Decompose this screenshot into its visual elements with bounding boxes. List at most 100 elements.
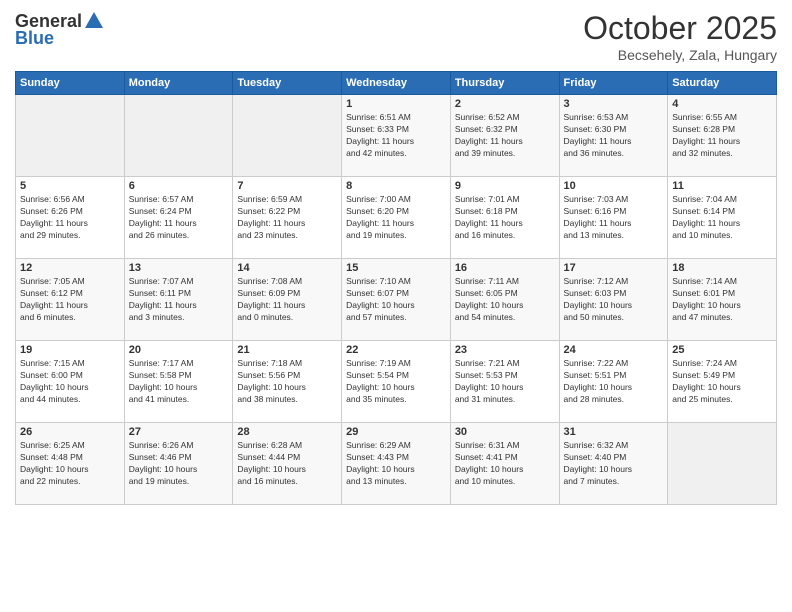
day-of-week-header: Monday <box>124 72 233 95</box>
day-info: Sunrise: 7:07 AM Sunset: 6:11 PM Dayligh… <box>129 276 229 324</box>
calendar-day-cell: 7 Sunrise: 6:59 AM Sunset: 6:22 PM Daylig… <box>233 177 342 259</box>
day-info: Sunrise: 6:52 AM Sunset: 6:32 PM Dayligh… <box>455 112 555 160</box>
day-number: 1 <box>346 98 446 110</box>
day-number: 14 <box>237 262 337 274</box>
day-info: Sunrise: 7:08 AM Sunset: 6:09 PM Dayligh… <box>237 276 337 324</box>
calendar-day-cell: 28 Sunrise: 6:28 AM Sunset: 4:44 PM Dayli… <box>233 423 342 505</box>
day-info: Sunrise: 7:24 AM Sunset: 5:49 PM Dayligh… <box>672 358 772 406</box>
day-number: 29 <box>346 426 446 438</box>
day-number: 6 <box>129 180 229 192</box>
day-info: Sunrise: 6:56 AM Sunset: 6:26 PM Dayligh… <box>20 194 120 242</box>
day-number: 16 <box>455 262 555 274</box>
calendar-day-cell <box>233 95 342 177</box>
day-info: Sunrise: 6:59 AM Sunset: 6:22 PM Dayligh… <box>237 194 337 242</box>
calendar-day-cell: 12 Sunrise: 7:05 AM Sunset: 6:12 PM Dayli… <box>16 259 125 341</box>
day-info: Sunrise: 6:55 AM Sunset: 6:28 PM Dayligh… <box>672 112 772 160</box>
day-info: Sunrise: 7:00 AM Sunset: 6:20 PM Dayligh… <box>346 194 446 242</box>
calendar-day-cell <box>124 95 233 177</box>
day-number: 22 <box>346 344 446 356</box>
day-info: Sunrise: 6:26 AM Sunset: 4:46 PM Dayligh… <box>129 440 229 488</box>
day-info: Sunrise: 6:29 AM Sunset: 4:43 PM Dayligh… <box>346 440 446 488</box>
calendar-day-cell: 20Sunrise: 7:17 AM Sunset: 5:58 PM Dayli… <box>124 341 233 423</box>
calendar-day-cell: 26Sunrise: 6:25 AM Sunset: 4:48 PM Dayli… <box>16 423 125 505</box>
day-number: 11 <box>672 180 772 192</box>
calendar-day-cell <box>668 423 777 505</box>
day-info: Sunrise: 6:32 AM Sunset: 4:40 PM Dayligh… <box>564 440 664 488</box>
calendar-day-cell: 23Sunrise: 7:21 AM Sunset: 5:53 PM Dayli… <box>450 341 559 423</box>
calendar-day-cell: 5 Sunrise: 6:56 AM Sunset: 6:26 PM Daylig… <box>16 177 125 259</box>
calendar-day-cell: 25Sunrise: 7:24 AM Sunset: 5:49 PM Dayli… <box>668 341 777 423</box>
day-number: 9 <box>455 180 555 192</box>
day-of-week-header: Sunday <box>16 72 125 95</box>
location-subtitle: Becsehely, Zala, Hungary <box>583 47 777 63</box>
calendar-week-row: 26Sunrise: 6:25 AM Sunset: 4:48 PM Dayli… <box>16 423 777 505</box>
day-number: 5 <box>20 180 120 192</box>
day-info: Sunrise: 7:19 AM Sunset: 5:54 PM Dayligh… <box>346 358 446 406</box>
day-info: Sunrise: 6:25 AM Sunset: 4:48 PM Dayligh… <box>20 440 120 488</box>
day-of-week-header: Friday <box>559 72 668 95</box>
day-info: Sunrise: 7:22 AM Sunset: 5:51 PM Dayligh… <box>564 358 664 406</box>
day-info: Sunrise: 6:57 AM Sunset: 6:24 PM Dayligh… <box>129 194 229 242</box>
day-number: 21 <box>237 344 337 356</box>
day-number: 12 <box>20 262 120 274</box>
day-number: 17 <box>564 262 664 274</box>
calendar-header-row: SundayMondayTuesdayWednesdayThursdayFrid… <box>16 72 777 95</box>
calendar-day-cell: 6 Sunrise: 6:57 AM Sunset: 6:24 PM Daylig… <box>124 177 233 259</box>
calendar-day-cell: 8 Sunrise: 7:00 AM Sunset: 6:20 PM Daylig… <box>342 177 451 259</box>
day-info: Sunrise: 7:17 AM Sunset: 5:58 PM Dayligh… <box>129 358 229 406</box>
calendar-day-cell: 18 Sunrise: 7:14 AM Sunset: 6:01 PM Dayli… <box>668 259 777 341</box>
calendar-week-row: 19 Sunrise: 7:15 AM Sunset: 6:00 PM Dayli… <box>16 341 777 423</box>
day-info: Sunrise: 7:18 AM Sunset: 5:56 PM Dayligh… <box>237 358 337 406</box>
day-info: Sunrise: 6:51 AM Sunset: 6:33 PM Dayligh… <box>346 112 446 160</box>
calendar-day-cell: 2 Sunrise: 6:52 AM Sunset: 6:32 PM Daylig… <box>450 95 559 177</box>
day-number: 18 <box>672 262 772 274</box>
title-block: October 2025 Becsehely, Zala, Hungary <box>583 10 777 63</box>
day-info: Sunrise: 6:53 AM Sunset: 6:30 PM Dayligh… <box>564 112 664 160</box>
day-number: 19 <box>20 344 120 356</box>
day-info: Sunrise: 7:05 AM Sunset: 6:12 PM Dayligh… <box>20 276 120 324</box>
calendar-day-cell: 9 Sunrise: 7:01 AM Sunset: 6:18 PM Daylig… <box>450 177 559 259</box>
day-number: 24 <box>564 344 664 356</box>
calendar-day-cell: 11 Sunrise: 7:04 AM Sunset: 6:14 PM Dayli… <box>668 177 777 259</box>
calendar-day-cell: 13Sunrise: 7:07 AM Sunset: 6:11 PM Dayli… <box>124 259 233 341</box>
calendar-day-cell: 30Sunrise: 6:31 AM Sunset: 4:41 PM Dayli… <box>450 423 559 505</box>
day-number: 15 <box>346 262 446 274</box>
calendar-day-cell: 21 Sunrise: 7:18 AM Sunset: 5:56 PM Dayli… <box>233 341 342 423</box>
day-info: Sunrise: 7:01 AM Sunset: 6:18 PM Dayligh… <box>455 194 555 242</box>
day-of-week-header: Wednesday <box>342 72 451 95</box>
logo-icon <box>83 10 105 32</box>
day-number: 7 <box>237 180 337 192</box>
calendar-day-cell <box>16 95 125 177</box>
day-of-week-header: Saturday <box>668 72 777 95</box>
calendar-day-cell: 17Sunrise: 7:12 AM Sunset: 6:03 PM Dayli… <box>559 259 668 341</box>
logo-blue: Blue <box>15 28 54 49</box>
day-info: Sunrise: 7:15 AM Sunset: 6:00 PM Dayligh… <box>20 358 120 406</box>
day-of-week-header: Tuesday <box>233 72 342 95</box>
day-info: Sunrise: 7:03 AM Sunset: 6:16 PM Dayligh… <box>564 194 664 242</box>
day-info: Sunrise: 7:21 AM Sunset: 5:53 PM Dayligh… <box>455 358 555 406</box>
day-number: 2 <box>455 98 555 110</box>
day-info: Sunrise: 7:14 AM Sunset: 6:01 PM Dayligh… <box>672 276 772 324</box>
day-info: Sunrise: 6:28 AM Sunset: 4:44 PM Dayligh… <box>237 440 337 488</box>
calendar-day-cell: 31Sunrise: 6:32 AM Sunset: 4:40 PM Dayli… <box>559 423 668 505</box>
calendar-day-cell: 19 Sunrise: 7:15 AM Sunset: 6:00 PM Dayli… <box>16 341 125 423</box>
day-number: 30 <box>455 426 555 438</box>
calendar-day-cell: 24 Sunrise: 7:22 AM Sunset: 5:51 PM Dayli… <box>559 341 668 423</box>
day-number: 27 <box>129 426 229 438</box>
header: General Blue October 2025 Becsehely, Zal… <box>15 10 777 63</box>
day-info: Sunrise: 7:04 AM Sunset: 6:14 PM Dayligh… <box>672 194 772 242</box>
day-number: 3 <box>564 98 664 110</box>
day-info: Sunrise: 7:11 AM Sunset: 6:05 PM Dayligh… <box>455 276 555 324</box>
calendar-week-row: 1 Sunrise: 6:51 AM Sunset: 6:33 PM Daylig… <box>16 95 777 177</box>
day-number: 8 <box>346 180 446 192</box>
month-title: October 2025 <box>583 10 777 47</box>
calendar-day-cell: 15Sunrise: 7:10 AM Sunset: 6:07 PM Dayli… <box>342 259 451 341</box>
calendar-day-cell: 1 Sunrise: 6:51 AM Sunset: 6:33 PM Daylig… <box>342 95 451 177</box>
day-number: 10 <box>564 180 664 192</box>
calendar-day-cell: 4Sunrise: 6:55 AM Sunset: 6:28 PM Daylig… <box>668 95 777 177</box>
day-number: 28 <box>237 426 337 438</box>
logo: General Blue <box>15 10 105 49</box>
calendar-table: SundayMondayTuesdayWednesdayThursdayFrid… <box>15 71 777 505</box>
calendar-day-cell: 22 Sunrise: 7:19 AM Sunset: 5:54 PM Dayli… <box>342 341 451 423</box>
calendar-day-cell: 16 Sunrise: 7:11 AM Sunset: 6:05 PM Dayli… <box>450 259 559 341</box>
